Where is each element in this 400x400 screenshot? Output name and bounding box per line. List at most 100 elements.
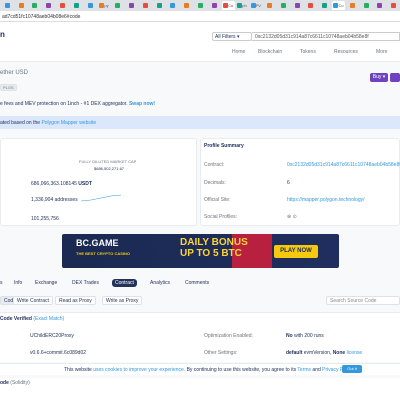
ad-bonus-line1: DAILY BONUS [180,237,248,248]
notice-bar: ated based on the Polygon Mapper website [0,116,400,129]
license-link[interactable]: license [347,350,363,356]
source-search-input[interactable]: Search Source Code [326,296,400,305]
browser-tab[interactable] [208,1,221,10]
search-input[interactable]: 0xc2132d05d31c914a87c6611c10748aeb04b58e… [252,32,400,41]
tab-favicon-icon [156,3,162,8]
site-logo[interactable]: n [0,30,5,39]
holders-value: 1,336,904 addresses [31,197,78,203]
tab-favicon-icon [294,3,300,8]
other-evm: evmVersion, [303,350,332,356]
tab-favicon-icon [184,3,190,8]
terms-link[interactable]: Terms [297,367,311,373]
buy-button[interactable]: Buy ▾ [370,73,388,82]
nav-home[interactable]: Home [232,49,245,55]
nav-more[interactable]: More [376,49,387,55]
browser-tab[interactable] [318,1,331,10]
got-it-button[interactable]: Got it [342,365,362,373]
globe-icon[interactable]: ⊕ [287,214,291,220]
cookie-text-2: By continuing to use this website, you a… [186,367,297,373]
browser-tab-strip: py Co ph PV Co [0,0,400,11]
contract-link[interactable]: 0xc2132d05d31c914a87c6611c10748aeb04b58e… [287,162,400,168]
browser-tab[interactable] [387,1,400,10]
browser-tab[interactable] [194,1,207,10]
other-settings-label: Other Settings: [204,350,238,356]
contract-label: Contract: [204,162,225,168]
tab-favicon-icon [73,3,79,8]
verified-title-text: Code Verified [0,316,32,322]
browser-tab[interactable] [56,1,69,10]
url-text: ad7cd51fc10748aeb04b08e6#code [2,14,81,20]
tab-transfers[interactable]: s [0,280,3,286]
more-button[interactable] [390,73,400,82]
browser-tab[interactable] [277,1,290,10]
tab-exchange[interactable]: Exchange [35,280,57,286]
filter-select[interactable]: All Filters ▾ [212,32,252,41]
browser-tab[interactable]: ph [236,1,249,10]
mapper-link[interactable]: Polygon Mapper website [41,120,96,126]
browser-tab[interactable] [291,1,304,10]
promo-body: e fees and MEV protection on 1inch - #1 … [0,101,128,107]
tab-favicon-icon [198,3,204,8]
browser-tab[interactable] [70,1,83,10]
tab-favicon-icon [142,3,148,8]
ad-brand: BC.GAME [76,238,119,248]
compiler-version: v0.6.6+commit.6c089d02 [30,350,87,356]
browser-tab[interactable] [263,1,276,10]
decimals-label: Decimals: [204,180,226,186]
tab-info[interactable]: Info [14,280,22,286]
browser-tab[interactable] [180,1,193,10]
browser-tab-label: PV [255,3,261,8]
browser-tab[interactable] [167,1,180,10]
other-none: None [332,350,346,356]
tab-favicon-icon [308,3,314,8]
twitter-icon[interactable]: ⊙ [293,214,297,220]
browser-tab[interactable] [346,1,359,10]
tab-comments[interactable]: Comments [185,280,209,286]
decimals-value: 6 [287,180,290,186]
browser-tab[interactable] [153,1,166,10]
nav-tokens[interactable]: Tokens [300,49,316,55]
browser-tab[interactable]: Co [332,1,345,10]
browser-tab-label: Co [338,3,344,8]
browser-tab-label: py [104,3,109,8]
tab-contract[interactable]: Contract [112,279,137,287]
tab-dex-trades[interactable]: DEX Trades [72,280,99,286]
browser-tab[interactable] [29,1,42,10]
cookie-link[interactable]: uses cookies to improve your experience. [93,367,185,373]
browser-tab[interactable] [374,1,387,10]
optimization-value: No with 200 runs [286,333,324,339]
official-site-link[interactable]: https://mapper.polygon.technology/ [287,197,365,203]
ad-banner[interactable]: BC.GAME THE BEST CRYPTO CASINO DAILY BON… [62,234,339,268]
tab-favicon-icon [211,3,217,8]
browser-tab[interactable]: PV [249,1,262,10]
write-proxy-button[interactable]: Write as Proxy [102,296,143,305]
write-contract-button[interactable]: Write Contract [13,296,53,305]
browser-tab[interactable] [139,1,152,10]
browser-tab[interactable] [305,1,318,10]
read-proxy-button[interactable]: Read as Proxy [55,296,96,305]
other-default: default [286,350,303,356]
browser-tab[interactable] [84,1,97,10]
ad-bonus-line2: UP TO 5 BTC [180,248,242,259]
nav-blockchain[interactable]: Blockchain [258,49,282,55]
source-label: ode [0,380,9,386]
tab-favicon-icon [267,3,273,8]
supply-number: 686,066,363.108145 [31,181,77,187]
browser-tab[interactable] [15,1,28,10]
browser-tab[interactable] [125,1,138,10]
nav-resources[interactable]: Resources [334,49,358,55]
browser-tab[interactable] [360,1,373,10]
tab-analytics[interactable]: Analytics [150,280,170,286]
browser-tab[interactable]: Co [221,1,235,10]
ad-play-button[interactable]: PLAY NOW [274,245,318,258]
browser-tab[interactable] [1,1,14,10]
browser-tab[interactable] [42,1,55,10]
browser-tab-label: ph [242,3,247,8]
address-bar[interactable]: ad7cd51fc10748aeb04b08e6#code [0,11,400,22]
browser-tab[interactable] [111,1,124,10]
swap-link[interactable]: Swap now! [129,101,155,107]
tab-favicon-icon [87,3,93,8]
social-label: Social Profiles: [204,214,238,220]
browser-tab[interactable]: py [98,1,111,10]
optimization-no: No [286,333,293,339]
